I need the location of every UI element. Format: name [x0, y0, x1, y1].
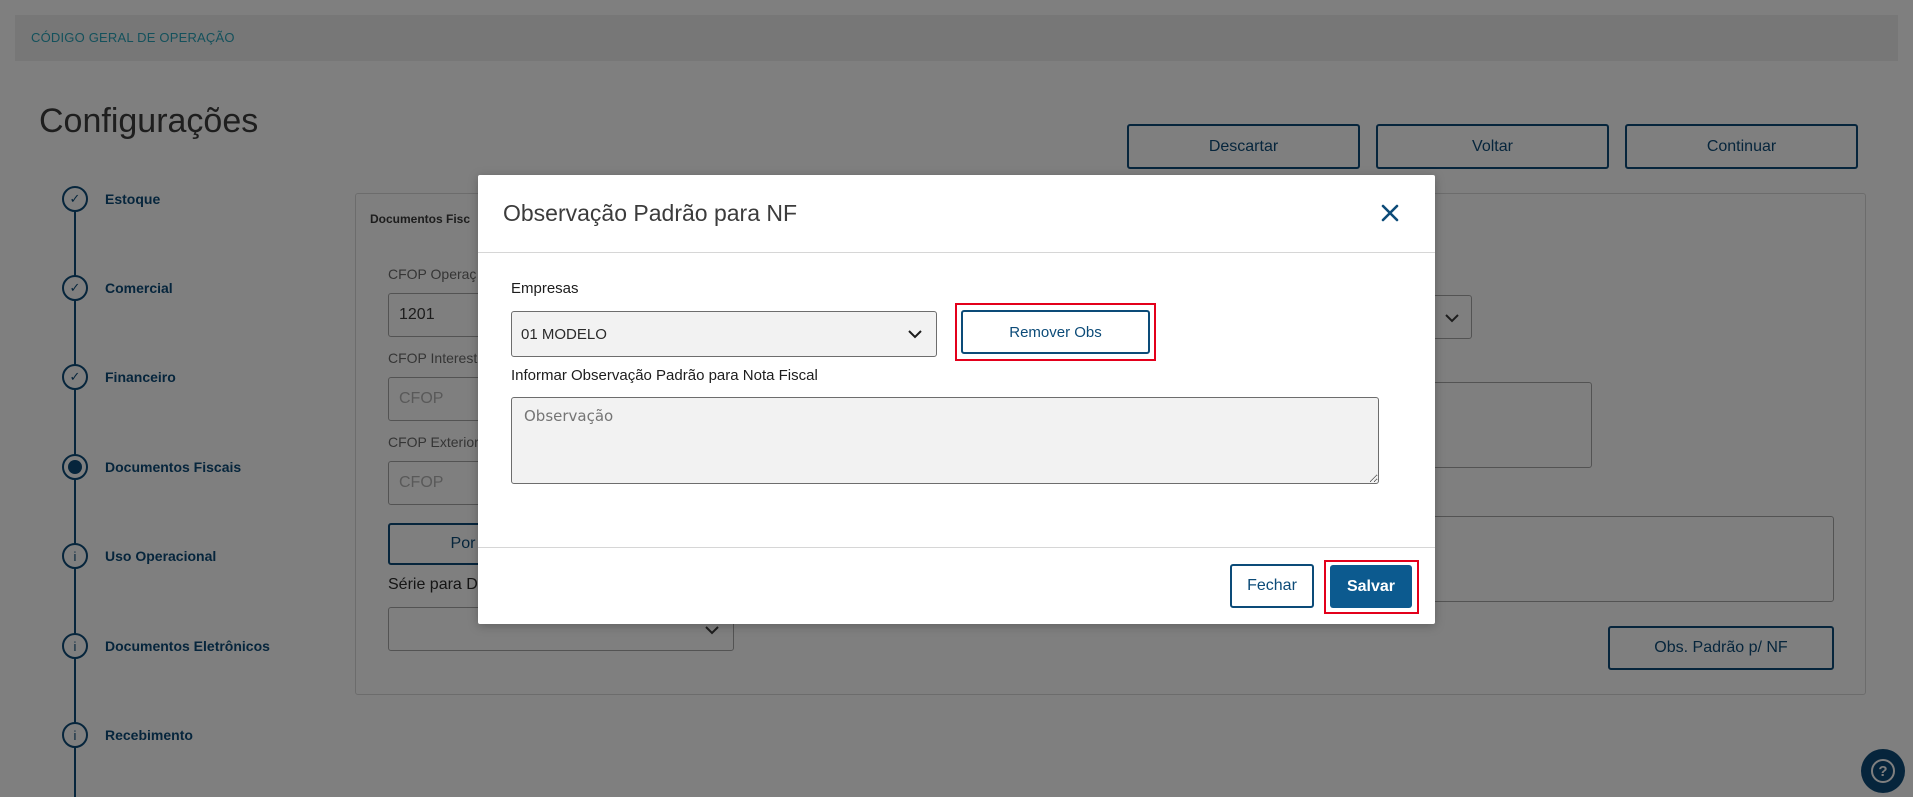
modal-title: Observação Padrão para NF — [503, 200, 798, 226]
observacao-label: Informar Observação Padrão para Nota Fis… — [511, 367, 818, 384]
modal-header: Observação Padrão para NF — [478, 175, 1435, 253]
chevron-down-icon — [908, 330, 922, 339]
fechar-button[interactable]: Fechar — [1230, 564, 1314, 608]
empresas-value: 01 MODELO — [521, 325, 607, 343]
footer-divider — [478, 547, 1435, 548]
salvar-button[interactable]: Salvar — [1330, 565, 1412, 608]
observacao-textarea[interactable] — [511, 397, 1379, 484]
observacao-modal: Observação Padrão para NF Empresas 01 MO… — [478, 175, 1435, 624]
close-icon[interactable] — [1378, 201, 1402, 225]
empresas-select[interactable]: 01 MODELO — [511, 311, 937, 357]
empresas-label: Empresas — [511, 280, 579, 297]
remover-obs-button[interactable]: Remover Obs — [961, 310, 1150, 354]
